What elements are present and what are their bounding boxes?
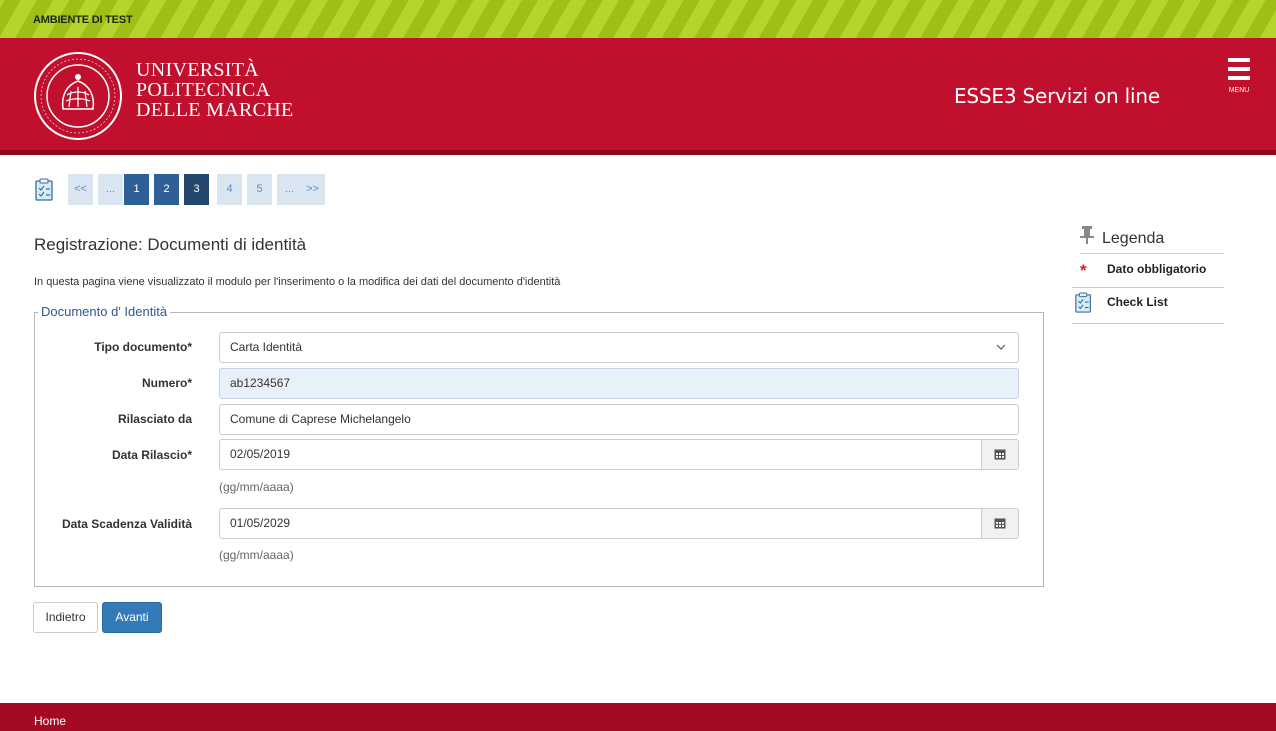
pager-step-4[interactable]: 4 — [217, 174, 242, 205]
legend-item-checklist: Check List — [1072, 288, 1224, 324]
data-scadenza-hint: (gg/mm/aaaa) — [219, 548, 294, 562]
tipo-documento-value: Carta Identità — [230, 340, 303, 354]
checklist-icon[interactable] — [34, 178, 56, 202]
pager-step-1[interactable]: 1 — [124, 174, 149, 205]
test-environment-banner: AMBIENTE DI TEST — [0, 0, 1276, 38]
data-scadenza-calendar-button[interactable] — [981, 509, 1018, 538]
pager-step-3[interactable]: 3 — [184, 174, 209, 205]
data-scadenza-label: Data Scadenza Validità — [61, 517, 192, 531]
pager-step-5[interactable]: 5 — [247, 174, 272, 205]
data-rilascio-hint: (gg/mm/aaaa) — [219, 480, 294, 494]
legend-item-required-label: Dato obbligatorio — [1107, 262, 1207, 276]
data-scadenza-value: 01/05/2029 — [230, 516, 291, 530]
next-button[interactable]: Avanti — [102, 602, 162, 633]
data-rilascio-label: Data Rilascio* — [111, 448, 192, 462]
university-seal-logo[interactable] — [33, 51, 123, 141]
footer-home-link[interactable]: Home — [34, 714, 66, 728]
app-title: ESSE3 Servizi on line — [954, 84, 1160, 108]
rilasciato-da-label: Rilasciato da — [117, 412, 192, 426]
legend-item-required: * Dato obbligatorio — [1072, 254, 1224, 288]
tipo-documento-label: Tipo documento* — [94, 340, 192, 354]
pager-step-2[interactable]: 2 — [154, 174, 179, 205]
legend-item-checklist-label: Check List — [1107, 295, 1168, 309]
university-name-line-2: POLITECNICA — [136, 79, 271, 101]
site-footer: Home — [0, 703, 1276, 731]
menu-button[interactable]: MENU — [1224, 56, 1254, 96]
pager-ellipsis-next[interactable]: ... — [277, 174, 302, 205]
page-title: Registrazione: Documenti di identità — [34, 235, 307, 254]
site-header: UNIVERSITÀ POLITECNICA DELLE MARCHE ESSE… — [0, 38, 1276, 150]
data-scadenza-input[interactable]: 01/05/2029 — [219, 508, 1019, 539]
pager-ellipsis-prev[interactable]: ... — [98, 174, 123, 205]
chevron-down-icon — [996, 344, 1006, 350]
numero-input[interactable]: ab1234567 — [219, 368, 1019, 399]
checklist-icon — [1075, 292, 1091, 313]
calendar-icon — [994, 449, 1006, 460]
menu-label: MENU — [1228, 87, 1250, 94]
data-rilascio-calendar-button[interactable] — [981, 440, 1018, 469]
fieldset-legend: Documento d' Identità — [38, 304, 171, 319]
test-environment-label: AMBIENTE DI TEST — [33, 14, 133, 26]
rilasciato-da-input[interactable]: Comune di Caprese Michelangelo — [219, 404, 1019, 435]
page-description: In questa pagina viene visualizzato il m… — [34, 276, 561, 288]
university-name-line-1: UNIVERSITÀ — [136, 59, 259, 81]
pushpin-icon — [1080, 226, 1094, 244]
back-button[interactable]: Indietro — [33, 602, 98, 633]
tipo-documento-select[interactable]: Carta Identità — [219, 332, 1019, 363]
pager-first[interactable]: << — [68, 174, 93, 205]
data-rilascio-input[interactable]: 02/05/2019 — [219, 439, 1019, 470]
numero-label: Numero* — [141, 376, 192, 390]
required-star-icon: * — [1080, 261, 1087, 280]
university-name[interactable]: UNIVERSITÀ POLITECNICA DELLE MARCHE — [136, 60, 293, 120]
university-name-line-3: DELLE MARCHE — [136, 99, 294, 121]
legend-header: Legenda — [1080, 226, 1224, 254]
legend-title: Legenda — [1102, 230, 1165, 247]
hamburger-icon — [1228, 58, 1250, 62]
rilasciato-da-value: Comune di Caprese Michelangelo — [230, 412, 411, 426]
header-bottom-strip — [0, 150, 1276, 155]
calendar-icon — [994, 518, 1006, 529]
data-rilascio-value: 02/05/2019 — [230, 447, 291, 461]
numero-value: ab1234567 — [230, 376, 291, 390]
pager-last[interactable]: >> — [300, 174, 325, 205]
